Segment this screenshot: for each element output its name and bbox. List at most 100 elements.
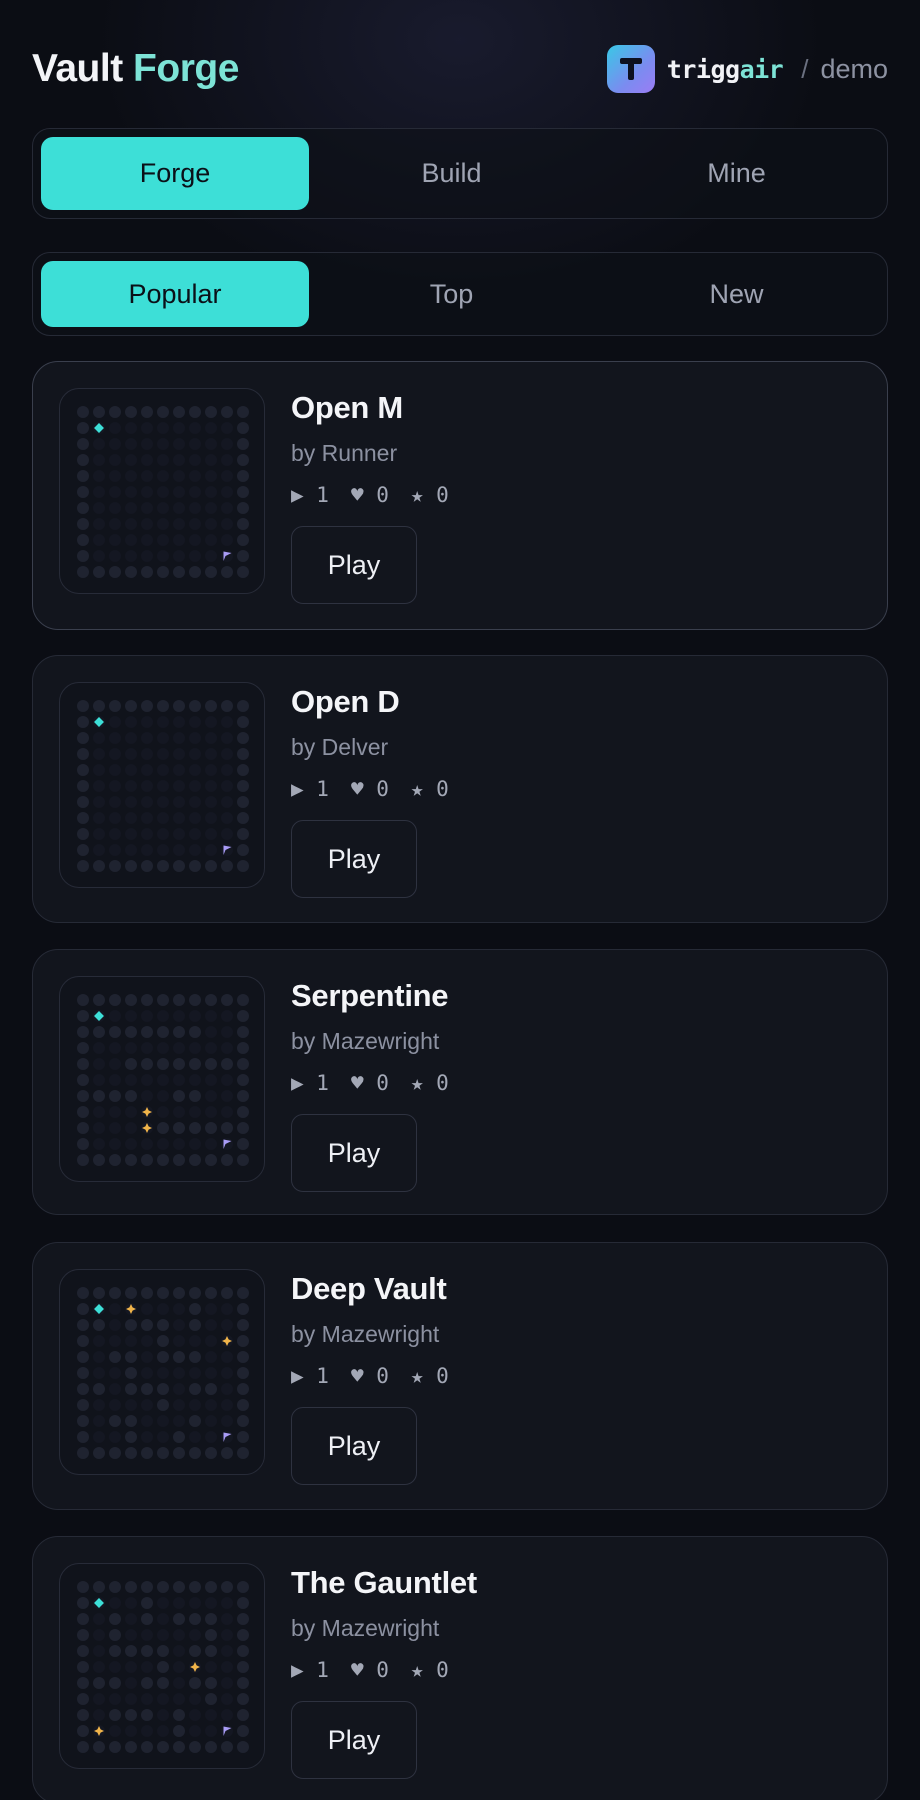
floor-tile <box>109 716 121 728</box>
floor-tile <box>173 844 185 856</box>
floor-tile <box>189 454 201 466</box>
wall-tile <box>77 716 89 728</box>
floor-tile <box>141 1042 153 1054</box>
wall-tile <box>157 1581 169 1593</box>
level-card[interactable]: The Gauntlet by Mazewright ▶ 1 ♥ 0 ★ 0 P… <box>32 1536 888 1800</box>
wall-tile <box>189 700 201 712</box>
wall-tile <box>157 566 169 578</box>
wall-tile <box>77 1303 89 1315</box>
floor-tile <box>205 844 217 856</box>
floor-tile <box>93 1399 105 1411</box>
level-card[interactable]: Open D by Delver ▶ 1 ♥ 0 ★ 0 Play <box>32 655 888 923</box>
wall-tile <box>173 1090 185 1102</box>
floor-tile <box>173 764 185 776</box>
floor-tile <box>221 1042 233 1054</box>
level-info: Open D by Delver ▶ 1 ♥ 0 ★ 0 <box>291 684 449 801</box>
floor-tile <box>173 1415 185 1427</box>
floor-tile <box>109 1303 121 1315</box>
wall-tile <box>173 1613 185 1625</box>
wall-tile <box>189 566 201 578</box>
floor-tile <box>173 550 185 562</box>
likes-count: ♥ 0 <box>350 1658 389 1682</box>
wall-tile <box>77 844 89 856</box>
floor-tile <box>93 1415 105 1427</box>
floor-tile <box>221 1709 233 1721</box>
wall-tile <box>77 566 89 578</box>
wall-tile <box>141 1677 153 1689</box>
wall-tile <box>141 566 153 578</box>
play-button[interactable]: Play <box>291 820 417 898</box>
play-button[interactable]: Play <box>291 526 417 604</box>
level-stats: ▶ 1 ♥ 0 ★ 0 <box>291 483 449 507</box>
floor-tile <box>173 1383 185 1395</box>
play-button[interactable]: Play <box>291 1114 417 1192</box>
floor-tile <box>189 1693 201 1705</box>
floor-tile <box>109 470 121 482</box>
floor-tile <box>157 796 169 808</box>
play-button[interactable]: Play <box>291 1701 417 1779</box>
floor-tile <box>221 534 233 546</box>
floor-tile <box>141 1010 153 1022</box>
level-card[interactable]: Open M by Runner ▶ 1 ♥ 0 ★ 0 Play <box>32 361 888 630</box>
tab-top[interactable]: Top <box>309 261 594 327</box>
tab-popular[interactable]: Popular <box>41 261 309 327</box>
wall-tile <box>189 994 201 1006</box>
wall-tile <box>157 1447 169 1459</box>
wall-tile <box>77 1367 89 1379</box>
wall-tile <box>173 860 185 872</box>
brand[interactable]: triggair / demo <box>606 45 888 93</box>
stars-count: ★ 0 <box>410 777 449 801</box>
level-card[interactable]: Deep Vault by Mazewright ▶ 1 ♥ 0 ★ 0 Pla… <box>32 1242 888 1510</box>
wall-tile <box>237 1042 249 1054</box>
tab-build[interactable]: Build <box>309 137 594 210</box>
floor-tile <box>173 780 185 792</box>
floor-tile <box>125 828 137 840</box>
floor-tile <box>157 780 169 792</box>
floor-tile <box>109 1074 121 1086</box>
floor-tile <box>221 1026 233 1038</box>
wall-tile <box>93 566 105 578</box>
wall-tile <box>125 1058 137 1070</box>
wall-tile <box>77 1613 89 1625</box>
tab-new[interactable]: New <box>594 261 879 327</box>
play-button[interactable]: Play <box>291 1407 417 1485</box>
floor-tile <box>125 518 137 530</box>
wall-tile <box>189 1581 201 1593</box>
wall-tile <box>237 860 249 872</box>
tab-forge[interactable]: Forge <box>41 137 309 210</box>
wall-tile <box>157 1058 169 1070</box>
wall-tile <box>77 1399 89 1411</box>
wall-tile <box>77 1106 89 1118</box>
wall-tile <box>237 1351 249 1363</box>
floor-tile <box>173 422 185 434</box>
wall-tile <box>237 1383 249 1395</box>
tab-mine[interactable]: Mine <box>594 137 879 210</box>
wall-tile <box>221 1154 233 1166</box>
wall-tile <box>173 1154 185 1166</box>
floor-tile <box>157 1613 169 1625</box>
wall-tile <box>173 1709 185 1721</box>
floor-tile <box>93 518 105 530</box>
floor-tile <box>205 1010 217 1022</box>
floor-tile <box>189 1725 201 1737</box>
floor-tile <box>189 780 201 792</box>
floor-tile <box>141 1415 153 1427</box>
floor-tile <box>205 716 217 728</box>
floor-tile <box>205 518 217 530</box>
wall-tile <box>109 1351 121 1363</box>
wall-tile <box>237 1431 249 1443</box>
floor-tile <box>141 534 153 546</box>
wall-tile <box>141 1319 153 1331</box>
floor-tile <box>109 1431 121 1443</box>
floor-tile <box>189 422 201 434</box>
floor-tile <box>189 812 201 824</box>
floor-tile <box>221 1661 233 1673</box>
wall-tile <box>237 438 249 450</box>
floor-tile <box>93 748 105 760</box>
wall-tile <box>125 1383 137 1395</box>
level-card[interactable]: Serpentine by Mazewright ▶ 1 ♥ 0 ★ 0 Pla… <box>32 949 888 1215</box>
level-info: Serpentine by Mazewright ▶ 1 ♥ 0 ★ 0 <box>291 978 449 1095</box>
wall-tile <box>237 700 249 712</box>
wall-tile <box>77 1581 89 1593</box>
floor-tile <box>93 534 105 546</box>
